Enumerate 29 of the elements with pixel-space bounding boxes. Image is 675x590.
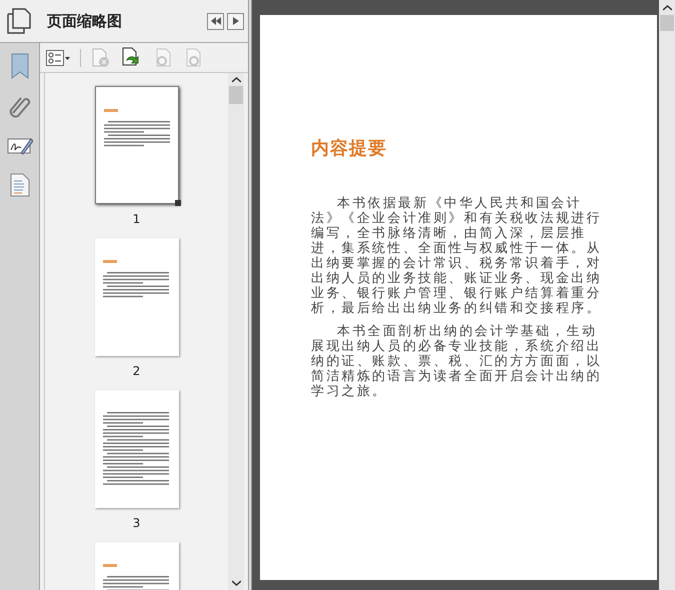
text-lines-drawing [104,109,172,147]
scroll-thumb[interactable] [229,86,243,104]
scrollbar[interactable] [659,0,675,590]
double-left-arrow-icon [210,17,220,25]
page-thumbnail[interactable] [94,390,178,508]
text-lines-drawing [102,260,170,298]
page-number: 3 [132,515,140,532]
collapse-button[interactable] [207,12,224,30]
paperclip-icon[interactable] [8,95,30,119]
page-number: 1 [132,211,140,228]
scroll-up-icon[interactable] [232,77,240,83]
body-paragraph: 本书全面剖析出纳的会计学基础，生动展现出纳人员的必备专业技能，系统介绍出纳的证、账款、票、税、汇的方方面面，以简洁精炼的语言为读者全面开启会计出纳的学习之旅。 [311,324,603,399]
bookmark-icon[interactable] [10,53,28,79]
options-menu-button[interactable] [46,50,70,66]
page-heading: 内容提要 [311,137,388,161]
resize-handle[interactable] [174,200,180,206]
scroll-down-icon[interactable] [232,580,240,586]
document-icon[interactable] [10,173,30,197]
page-number: 2 [132,363,140,380]
right-arrow-icon [232,17,238,25]
scroll-up-icon[interactable] [662,5,672,11]
page-thumbnail[interactable] [94,86,178,204]
pages-icon[interactable] [7,8,31,34]
panel-title: 页面缩略图 [47,10,122,32]
page-thumbnail[interactable] [94,238,178,356]
expand-button[interactable] [227,12,244,30]
scrollbar[interactable] [228,73,244,590]
scroll-thumb[interactable] [660,15,674,31]
body-paragraph: 本书依据最新《中华人民共和国会计法》《企业会计准则》和有关税收法规进行编写，全书脉络清晰，由简入深，层层推进，集系统性、全面性与权威性于一体。从出纳要掌握的会计常识、税务常识着手，对出纳人员的业务技能、账证业务、现金出纳业务、银行账户管理、银行账户结算着重分析，最后给出出纳业务的纠错和交接程序。 [311,196,603,316]
